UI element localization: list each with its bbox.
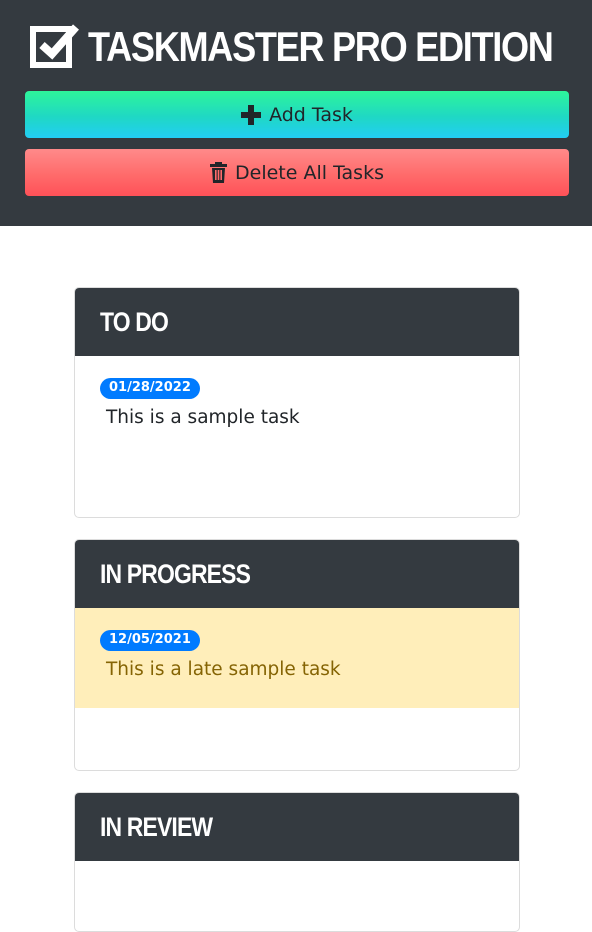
column-in-review: IN REVIEW <box>74 792 520 932</box>
add-task-label: Add Task <box>269 103 353 126</box>
column-header: IN PROGRESS <box>75 540 519 608</box>
task-text: This is a late sample task <box>106 659 341 680</box>
column-title: IN REVIEW <box>100 811 213 842</box>
app-title: TASKMASTER PRO EDITION <box>87 23 554 70</box>
checkbox-checked-icon <box>29 24 79 68</box>
delete-all-label: Delete All Tasks <box>235 161 384 184</box>
trash-icon <box>210 162 228 183</box>
app-title-row: TASKMASTER PRO EDITION <box>0 22 592 72</box>
task-card-late[interactable]: 12/05/2021 This is a late sample task <box>75 608 519 708</box>
delete-all-button[interactable]: Delete All Tasks <box>25 149 569 196</box>
app-header: TASKMASTER PRO EDITION Add Task Delete A… <box>0 0 592 226</box>
task-text: This is a sample task <box>106 407 300 428</box>
column-todo: TO DO 01/28/2022 This is a sample task <box>74 287 520 518</box>
column-header: TO DO <box>75 288 519 356</box>
column-title: TO DO <box>100 306 169 337</box>
task-date-badge: 01/28/2022 <box>100 378 200 399</box>
add-task-button[interactable]: Add Task <box>25 91 569 138</box>
plus-icon <box>241 104 262 125</box>
task-card[interactable]: 01/28/2022 This is a sample task <box>75 356 519 452</box>
task-date-badge: 12/05/2021 <box>100 630 200 651</box>
column-in-progress: IN PROGRESS 12/05/2021 This is a late sa… <box>74 539 520 771</box>
column-title: IN PROGRESS <box>100 558 251 589</box>
column-header: IN REVIEW <box>75 793 519 861</box>
